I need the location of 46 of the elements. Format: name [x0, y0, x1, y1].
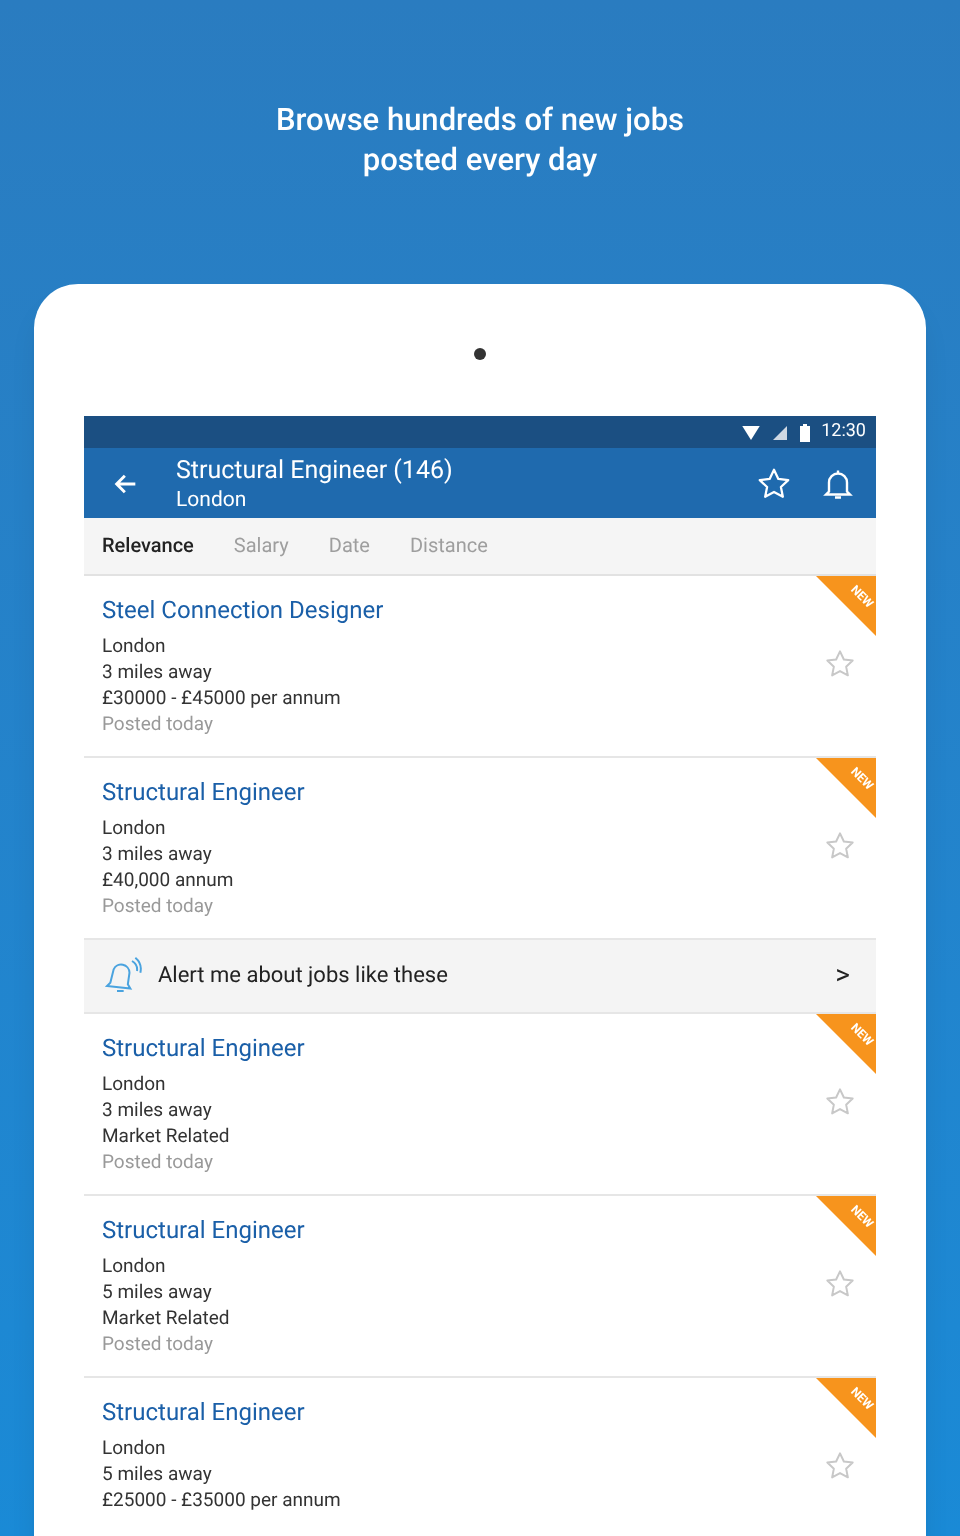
toolbar-subtitle: London: [176, 485, 249, 511]
chevron: >: [835, 957, 852, 995]
posted-date: Posted today: [102, 712, 213, 738]
star-icon[interactable]: [756, 465, 792, 501]
clock: 12:30: [821, 423, 866, 441]
sort-tab[interactable]: Relevance: [102, 531, 194, 561]
job-title: Structural Engineer: [102, 1214, 307, 1246]
bell-icon: [102, 954, 142, 998]
job-alert-row[interactable]: Alert me about jobs like these >: [84, 940, 876, 1014]
job-distance: 3 miles away: [102, 660, 212, 686]
job-salary: £25000 - £35000 per annum: [102, 1488, 341, 1514]
job-distance: 5 miles away: [102, 1280, 212, 1306]
alert-label: Alert me about jobs like these: [158, 959, 450, 992]
camera-icon: [474, 348, 486, 360]
job-location: London: [102, 634, 166, 660]
battery-icon: [799, 423, 810, 441]
bell-icon[interactable]: [820, 465, 856, 501]
job-salary: £30000 - £45000 per annum: [102, 686, 341, 712]
job-distance: 5 miles away: [102, 1462, 212, 1488]
job-distance: 3 miles away: [102, 842, 212, 868]
toolbar-title: Structural Engineer (146): [176, 455, 455, 485]
star-icon[interactable]: [824, 1086, 856, 1118]
star-icon[interactable]: [824, 1450, 856, 1482]
star-icon[interactable]: [824, 648, 856, 680]
signal-icon: [771, 425, 788, 439]
job-salary: Market Related: [102, 1306, 230, 1332]
posted-date: Posted today: [102, 1332, 213, 1358]
job-title: Steel Connection Designer: [102, 594, 386, 626]
job-location: London: [102, 816, 166, 842]
headline: Browse hundreds of new jobs: [275, 100, 685, 140]
posted-date: Posted today: [102, 1150, 213, 1176]
back-arrow-icon[interactable]: [112, 469, 140, 497]
job-location: London: [102, 1254, 166, 1280]
job-salary: £40,000 annum: [102, 868, 234, 894]
job-title: Structural Engineer: [102, 1032, 307, 1064]
job-salary: Market Related: [102, 1124, 230, 1150]
star-icon[interactable]: [824, 1268, 856, 1300]
headline: posted every day: [360, 140, 600, 180]
job-title: Structural Engineer: [102, 776, 307, 808]
job-location: London: [102, 1436, 166, 1462]
star-icon[interactable]: [824, 830, 856, 862]
job-location: London: [102, 1072, 166, 1098]
job-title: Structural Engineer: [102, 1396, 307, 1428]
posted-date: Posted today: [102, 894, 213, 920]
wifi-icon: [741, 425, 760, 439]
job-distance: 3 miles away: [102, 1098, 212, 1124]
